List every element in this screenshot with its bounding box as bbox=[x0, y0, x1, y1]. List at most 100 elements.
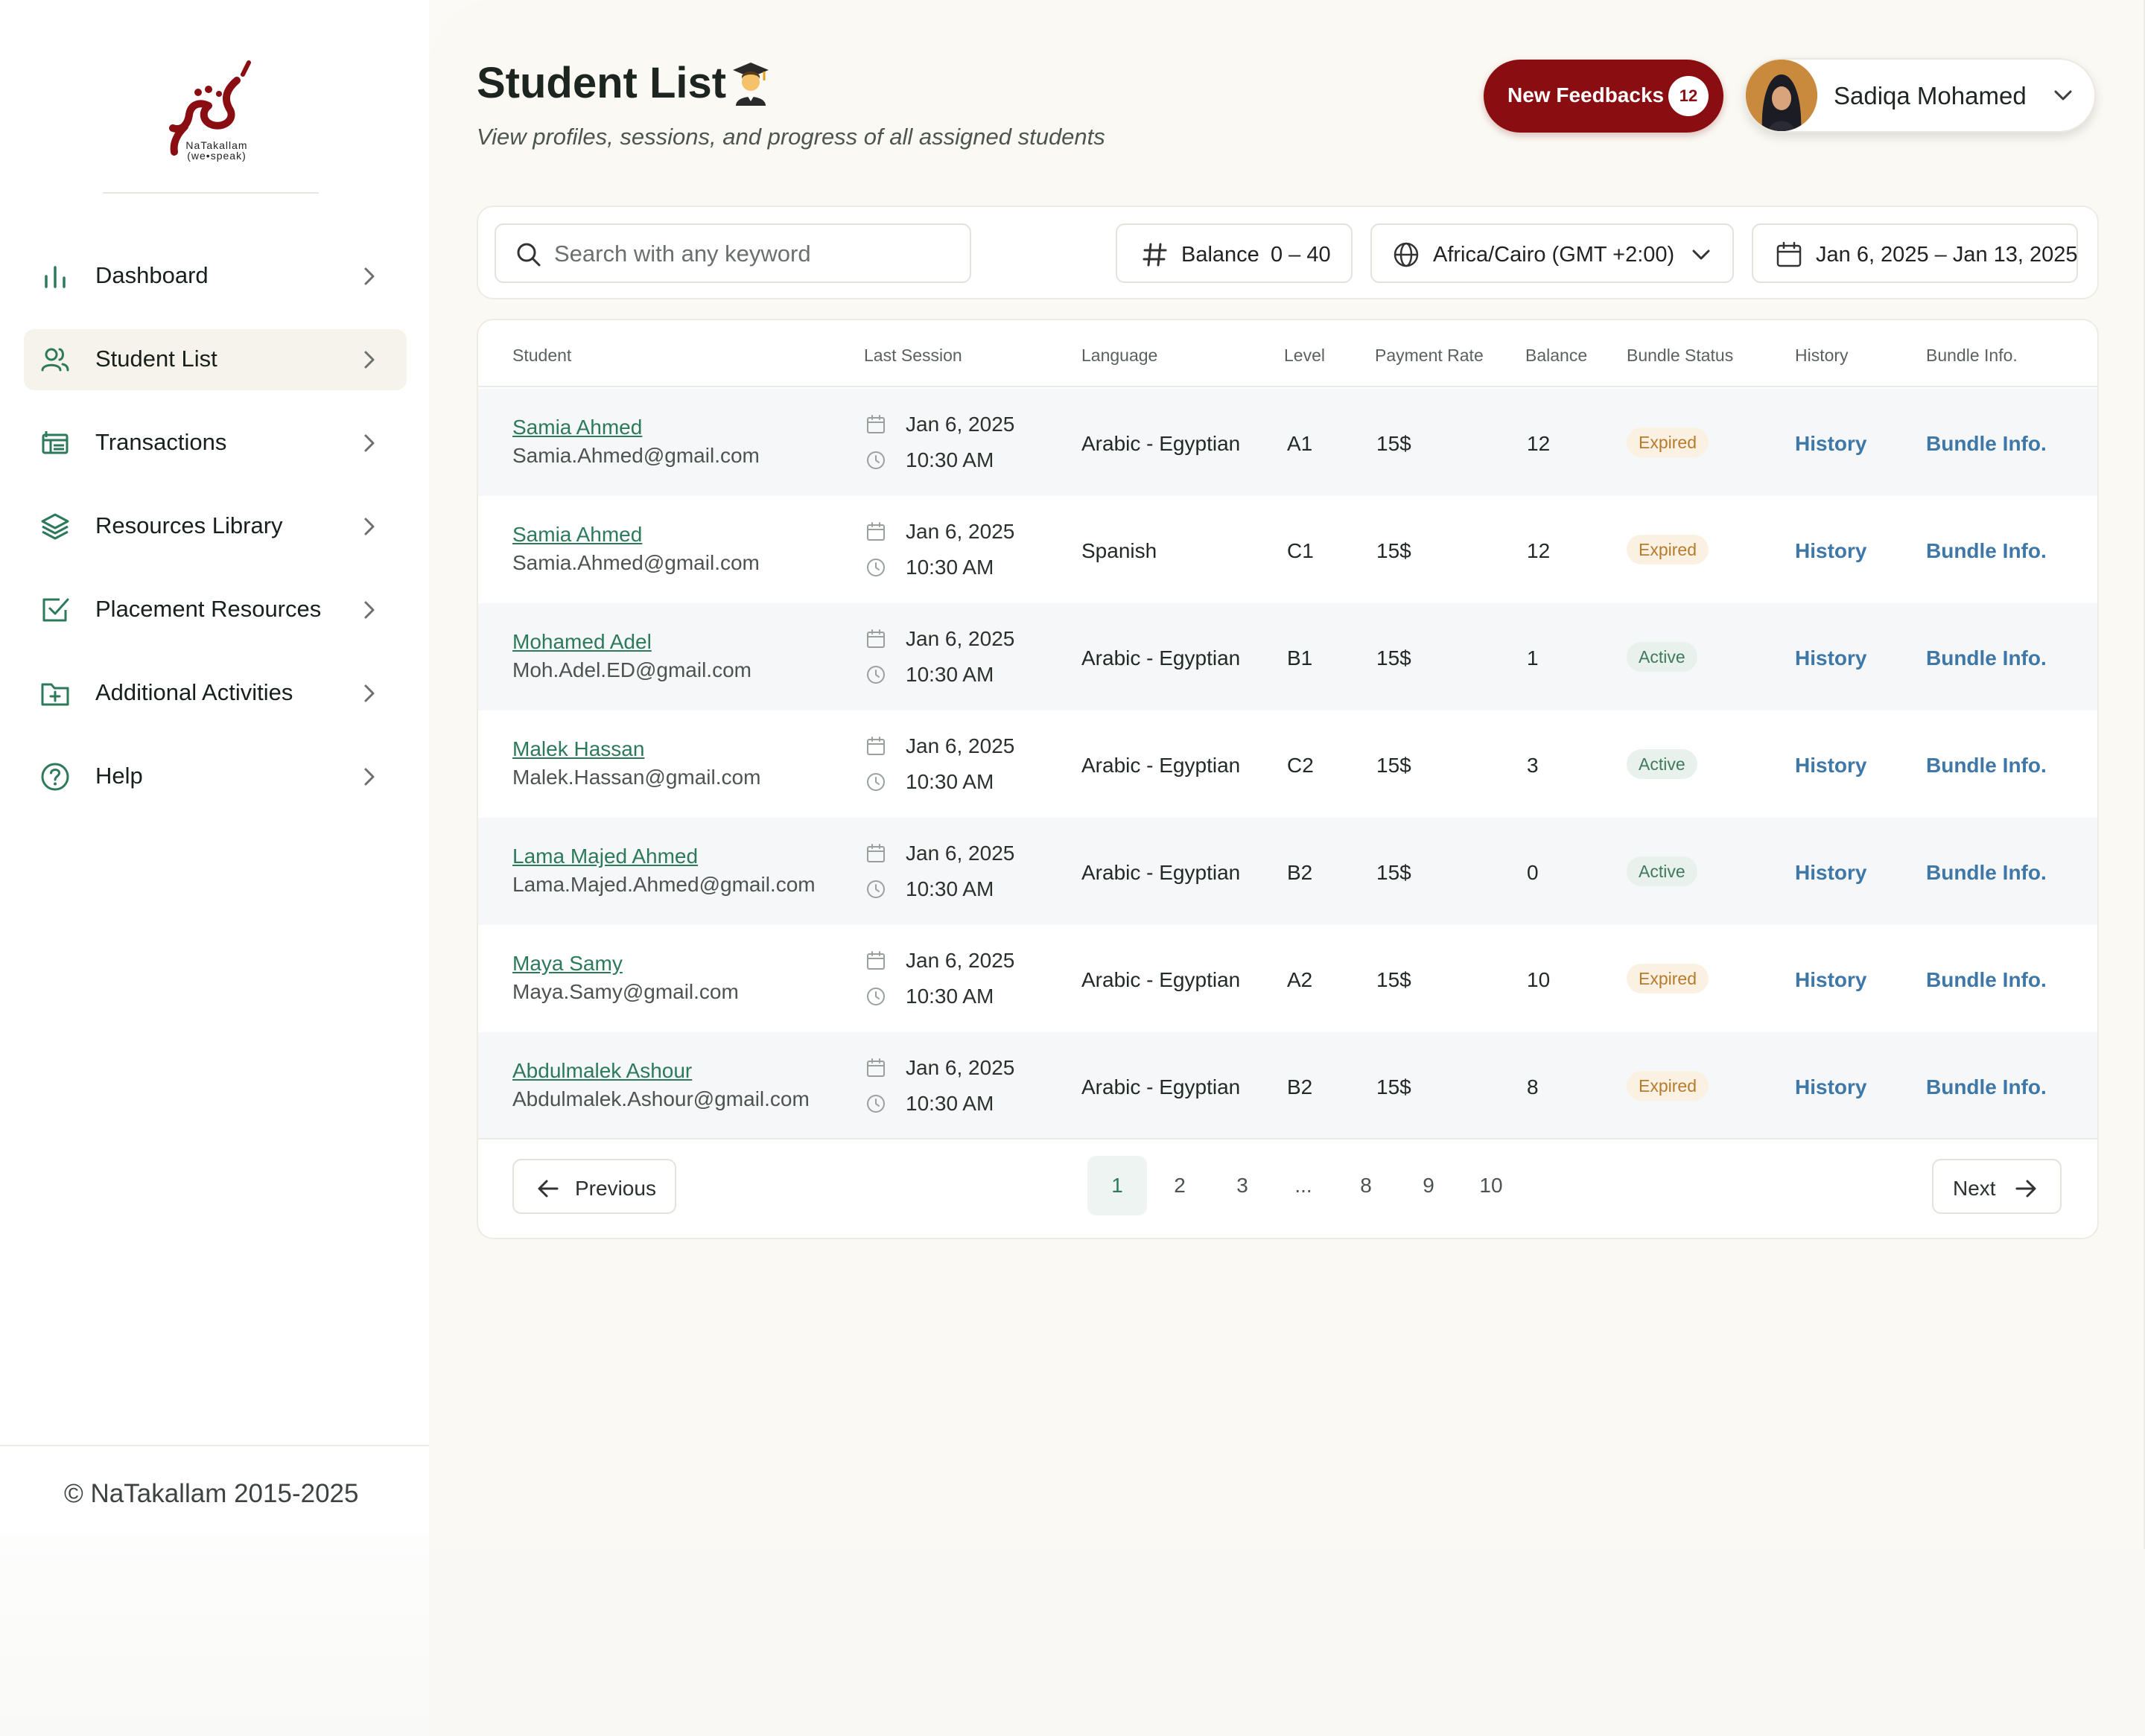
sidebar-item-label: Resources Library bbox=[95, 512, 283, 538]
search-input[interactable] bbox=[554, 237, 956, 271]
table-row: Malek Hassan Malek.Hassan@gmail.com Jan 6,… bbox=[478, 710, 2097, 818]
bundle-info-link[interactable]: Bundle Info. bbox=[1926, 539, 2047, 563]
next-page-button[interactable]: Next bbox=[1932, 1159, 2062, 1214]
student-email: Samia.Ahmed@gmail.com bbox=[512, 444, 760, 467]
page-number-1[interactable]: 1 bbox=[1087, 1156, 1147, 1215]
filter-bar: Balance 0 – 40 Africa/Cairo (GMT +2:00) … bbox=[477, 206, 2099, 299]
student-name-link[interactable]: Samia Ahmed bbox=[512, 523, 642, 547]
sidebar-item-student-list[interactable]: Student List bbox=[24, 329, 407, 390]
level-cell: A1 bbox=[1287, 432, 1313, 455]
balance-filter-label: Balance bbox=[1181, 243, 1259, 267]
sidebar-item-label: Additional Activities bbox=[95, 679, 293, 705]
table-row: Abdulmalek Ashour Abdulmalek.Ashour@gmail… bbox=[478, 1032, 2097, 1139]
globe-icon bbox=[1394, 242, 1419, 267]
session-time: 10:30 AM bbox=[906, 770, 994, 793]
sidebar-item-dashboard[interactable]: Dashboard bbox=[24, 246, 407, 307]
session-date: Jan 6, 2025 bbox=[906, 520, 1015, 543]
payment-rate-cell: 15$ bbox=[1376, 1075, 1411, 1098]
history-link[interactable]: History bbox=[1795, 861, 1866, 885]
avatar bbox=[1746, 60, 1817, 131]
calendar-icon bbox=[1776, 241, 1802, 267]
session-time: 10:30 AM bbox=[906, 985, 994, 1008]
natakallam-logo[interactable]: NaTakallam (we•speak) bbox=[103, 52, 319, 194]
date-range-picker[interactable]: Jan 6, 2025 – Jan 13, 2025 bbox=[1752, 223, 2078, 283]
session-date: Jan 6, 2025 bbox=[906, 734, 1015, 757]
column-header-student[interactable]: Student bbox=[512, 346, 571, 366]
clock-icon bbox=[865, 986, 886, 1011]
logo-caption: NaTakallam (we•speak) bbox=[183, 140, 250, 161]
student-name-link[interactable]: Lama Majed Ahmed bbox=[512, 845, 698, 868]
users-icon bbox=[40, 345, 70, 375]
timezone-select[interactable]: Africa/Cairo (GMT +2:00) bbox=[1370, 223, 1734, 283]
session-time: 10:30 AM bbox=[906, 663, 994, 686]
page-number-3[interactable]: 3 bbox=[1213, 1156, 1272, 1215]
column-header-last-session[interactable]: Last Session bbox=[864, 346, 962, 366]
table-row: Samia Ahmed Samia.Ahmed@gmail.com Jan 6, 2… bbox=[478, 496, 2097, 603]
sidebar-footer: © NaTakallam 2015-2025 bbox=[0, 1445, 429, 1527]
student-name-link[interactable]: Maya Samy bbox=[512, 952, 623, 976]
student-name-link[interactable]: Samia Ahmed bbox=[512, 416, 642, 439]
page-number-8[interactable]: 8 bbox=[1336, 1156, 1396, 1215]
student-name-link[interactable]: Abdulmalek Ashour bbox=[512, 1059, 692, 1083]
bar-chart-icon bbox=[40, 261, 70, 291]
student-name-link[interactable]: Mohamed Adel bbox=[512, 630, 652, 654]
new-feedbacks-button[interactable]: New Feedbacks 12 bbox=[1484, 60, 1723, 133]
student-name-link[interactable]: Malek Hassan bbox=[512, 737, 644, 761]
feedback-count-badge: 12 bbox=[1668, 76, 1709, 116]
previous-page-button[interactable]: Previous bbox=[512, 1159, 676, 1214]
chevron-right-icon bbox=[364, 518, 375, 535]
graduate-emoji-icon bbox=[733, 63, 769, 106]
sidebar-item-label: Dashboard bbox=[95, 262, 209, 288]
bundle-info-link[interactable]: Bundle Info. bbox=[1926, 646, 2047, 670]
page-ellipsis: ... bbox=[1294, 1174, 1312, 1197]
search-box[interactable] bbox=[495, 223, 971, 283]
clock-icon bbox=[865, 879, 886, 903]
payment-rate-cell: 15$ bbox=[1376, 861, 1411, 884]
next-label: Next bbox=[1953, 1177, 1996, 1200]
students-table: Student Last Session Language Level Paym… bbox=[477, 319, 2099, 1239]
logo-caption-line-2: (we•speak) bbox=[187, 150, 247, 162]
level-cell: B2 bbox=[1287, 861, 1313, 884]
balance-cell: 1 bbox=[1527, 646, 1539, 670]
bundle-info-link[interactable]: Bundle Info. bbox=[1926, 432, 2047, 456]
sidebar-item-additional-activities[interactable]: Additional Activities bbox=[24, 663, 407, 724]
history-link[interactable]: History bbox=[1795, 646, 1866, 670]
history-link[interactable]: History bbox=[1795, 539, 1866, 563]
calendar-icon bbox=[865, 950, 886, 975]
sidebar-item-help[interactable]: Help bbox=[24, 746, 407, 807]
column-header-language[interactable]: Language bbox=[1081, 346, 1157, 366]
column-header-payment-rate[interactable]: Payment Rate bbox=[1375, 346, 1484, 366]
column-header-bundle-info[interactable]: Bundle Info. bbox=[1926, 346, 2018, 366]
bundle-info-link[interactable]: Bundle Info. bbox=[1926, 968, 2047, 992]
column-header-bundle-status[interactable]: Bundle Status bbox=[1627, 346, 1733, 366]
balance-cell: 10 bbox=[1527, 968, 1551, 991]
bundle-info-link[interactable]: Bundle Info. bbox=[1926, 861, 2047, 885]
history-link[interactable]: History bbox=[1795, 1075, 1866, 1099]
column-header-history[interactable]: History bbox=[1795, 346, 1849, 366]
calendar-icon bbox=[865, 843, 886, 868]
sidebar-item-placement-resources[interactable]: Placement Resources bbox=[24, 579, 407, 640]
arrow-left-icon bbox=[538, 1180, 559, 1198]
bundle-info-link[interactable]: Bundle Info. bbox=[1926, 1075, 2047, 1099]
history-link[interactable]: History bbox=[1795, 968, 1866, 992]
sidebar-item-resources-library[interactable]: Resources Library bbox=[24, 496, 407, 557]
sidebar-item-transactions[interactable]: Transactions bbox=[24, 413, 407, 474]
sidebar-item-label: Placement Resources bbox=[95, 596, 322, 622]
page-number-2[interactable]: 2 bbox=[1150, 1156, 1210, 1215]
page-number-10[interactable]: 10 bbox=[1461, 1156, 1521, 1215]
level-cell: C2 bbox=[1287, 754, 1314, 777]
page-number-9[interactable]: 9 bbox=[1399, 1156, 1458, 1215]
status-badge: Active bbox=[1627, 642, 1697, 672]
status-badge: Expired bbox=[1627, 964, 1709, 993]
balance-filter[interactable]: Balance 0 – 40 bbox=[1116, 223, 1353, 283]
session-time: 10:30 AM bbox=[906, 1092, 994, 1115]
history-link[interactable]: History bbox=[1795, 754, 1866, 778]
column-header-level[interactable]: Level bbox=[1284, 346, 1325, 366]
bundle-info-link[interactable]: Bundle Info. bbox=[1926, 754, 2047, 778]
page-subtitle: View profiles, sessions, and progress of… bbox=[477, 124, 1105, 150]
sidebar-item-label: Transactions bbox=[95, 429, 227, 455]
history-link[interactable]: History bbox=[1795, 432, 1866, 456]
logo-caption-line-1: NaTakallam bbox=[185, 139, 248, 151]
user-menu[interactable]: Sadiqa Mohamed bbox=[1744, 58, 2096, 133]
column-header-balance[interactable]: Balance bbox=[1525, 346, 1587, 366]
